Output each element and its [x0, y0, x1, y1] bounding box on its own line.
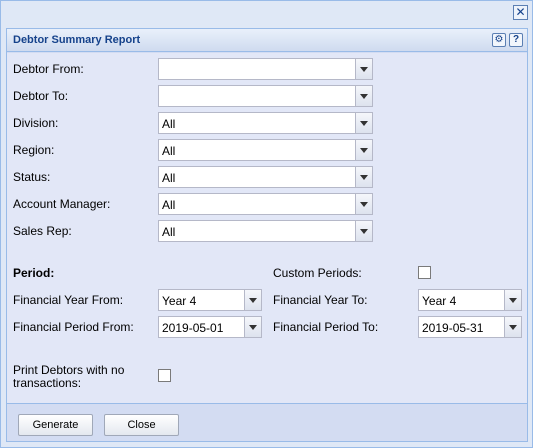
financial-year-from-value: Year 4 — [162, 294, 197, 308]
chevron-down-icon[interactable] — [244, 290, 261, 310]
chevron-down-icon[interactable] — [355, 140, 372, 160]
financial-year-from-label: Financial Year From: — [13, 293, 124, 307]
status-label: Status: — [13, 170, 51, 184]
status-value: All — [162, 171, 176, 185]
division-label: Division: — [13, 116, 59, 130]
report-panel: Debtor Summary Report ⚙ ? Debtor From: D… — [6, 28, 528, 442]
chevron-down-icon[interactable] — [504, 317, 521, 337]
panel-footer: Generate Close — [7, 403, 527, 441]
window-close-icon[interactable]: ✕ — [513, 5, 528, 20]
division-value: All — [162, 117, 176, 131]
financial-year-from-combo[interactable]: Year 4 — [158, 289, 262, 311]
print-debtors-checkbox[interactable] — [158, 369, 171, 382]
chevron-down-icon[interactable] — [504, 290, 521, 310]
panel-header: Debtor Summary Report ⚙ ? — [7, 29, 527, 52]
chevron-down-icon[interactable] — [355, 86, 372, 106]
financial-period-to-label: Financial Period To: — [273, 320, 379, 334]
debtor-to-combo[interactable] — [158, 85, 373, 107]
chevron-down-icon[interactable] — [355, 194, 372, 214]
custom-periods-checkbox[interactable] — [418, 266, 431, 279]
region-combo[interactable]: All — [158, 139, 373, 161]
print-debtors-label-line1: Print Debtors with no — [13, 363, 125, 377]
chevron-down-icon[interactable] — [355, 59, 372, 79]
form-body: Debtor From: Debtor To: Division: All Re… — [7, 53, 527, 405]
financial-year-to-label: Financial Year To: — [273, 293, 368, 307]
financial-period-from-value: 2019-05-01 — [162, 321, 224, 335]
chevron-down-icon[interactable] — [355, 167, 372, 187]
debtor-to-label: Debtor To: — [13, 89, 69, 103]
chevron-down-icon[interactable] — [355, 221, 372, 241]
debtor-from-combo[interactable] — [158, 58, 373, 80]
account-manager-label: Account Manager: — [13, 197, 111, 211]
chevron-down-icon[interactable] — [355, 113, 372, 133]
period-heading: Period: — [13, 266, 55, 280]
generate-button[interactable]: Generate — [18, 414, 93, 436]
help-icon[interactable]: ? — [509, 33, 523, 47]
close-button[interactable]: Close — [104, 414, 179, 436]
financial-period-to-combo[interactable]: 2019-05-31 — [418, 316, 522, 338]
financial-period-to-value: 2019-05-31 — [422, 321, 484, 335]
status-combo[interactable]: All — [158, 166, 373, 188]
report-window: ✕ Debtor Summary Report ⚙ ? Debtor From:… — [0, 0, 533, 448]
sales-rep-combo[interactable]: All — [158, 220, 373, 242]
print-debtors-label-line2: transactions: — [13, 376, 82, 390]
account-manager-value: All — [162, 198, 176, 212]
panel-title: Debtor Summary Report — [13, 34, 141, 46]
region-label: Region: — [13, 143, 55, 157]
financial-year-to-value: Year 4 — [422, 294, 457, 308]
financial-period-from-combo[interactable]: 2019-05-01 — [158, 316, 262, 338]
financial-period-from-label: Financial Period From: — [13, 320, 134, 334]
division-combo[interactable]: All — [158, 112, 373, 134]
financial-year-to-combo[interactable]: Year 4 — [418, 289, 522, 311]
sales-rep-value: All — [162, 225, 176, 239]
gear-icon[interactable]: ⚙ — [492, 33, 506, 47]
custom-periods-label: Custom Periods: — [273, 266, 362, 280]
chevron-down-icon[interactable] — [244, 317, 261, 337]
debtor-from-label: Debtor From: — [13, 62, 84, 76]
region-value: All — [162, 144, 176, 158]
account-manager-combo[interactable]: All — [158, 193, 373, 215]
sales-rep-label: Sales Rep: — [13, 224, 72, 238]
